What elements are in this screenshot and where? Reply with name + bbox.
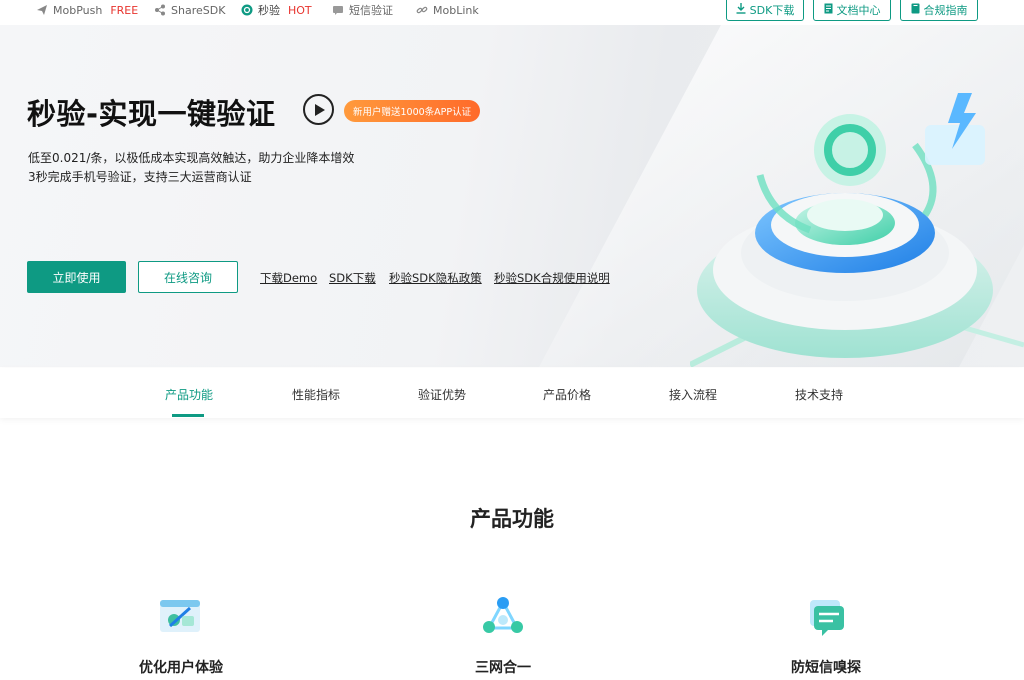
sdk-download-link[interactable]: SDK下载	[329, 270, 376, 286]
product-label: 短信验证	[349, 4, 393, 17]
tab-integration[interactable]: 接入流程	[669, 386, 717, 403]
download-demo-link[interactable]: 下载Demo	[260, 270, 317, 286]
product-label: 秒验	[258, 4, 280, 17]
paper-plane-icon	[36, 4, 48, 16]
page-title: 秒验-实现一键验证	[27, 97, 276, 131]
verify-check-icon	[241, 4, 253, 16]
product-topbar: MobPush FREE ShareSDK 秒验 HOT 短信验证 MobLin…	[0, 0, 1024, 24]
hero-description-line: 3秒完成手机号验证，支持三大运营商认证	[28, 170, 252, 184]
compliance-usage-link[interactable]: 秒验SDK合规使用说明	[494, 270, 610, 286]
link-icon	[416, 4, 428, 16]
hero-banner: 秒验-实现一键验证 新用户赠送1000条APP认证 低至0.021/条，以极低成…	[0, 25, 1024, 367]
hero-description-line: 低至0.021/条，以极低成本实现高效触达，助力企业降本增效	[28, 151, 355, 165]
tab-pricing[interactable]: 产品价格	[543, 386, 591, 403]
privacy-policy-link[interactable]: 秒验SDK隐私政策	[389, 270, 482, 286]
network-merge-icon	[483, 597, 523, 633]
share-icon	[154, 4, 166, 16]
message-icon	[332, 4, 344, 16]
hero-illustration	[690, 93, 1024, 367]
promo-badge: 新用户赠送1000条APP认证	[344, 100, 481, 122]
product-moblink[interactable]: MobLink	[416, 0, 479, 20]
product-sms[interactable]: 短信验证	[332, 0, 393, 20]
document-icon	[824, 3, 833, 17]
product-miaoyan[interactable]: 秒验 HOT	[241, 0, 312, 20]
play-video-icon[interactable]	[303, 94, 334, 125]
tab-performance[interactable]: 性能指标	[292, 386, 340, 403]
button-label: 文档中心	[836, 4, 881, 17]
section-title: 产品功能	[470, 507, 554, 531]
free-tag: FREE	[110, 3, 139, 17]
download-icon	[736, 3, 746, 17]
user-experience-icon	[160, 600, 200, 632]
product-mobpush[interactable]: MobPush FREE	[36, 0, 138, 20]
sms-shield-icon	[810, 600, 844, 636]
feature-label: 优化用户体验	[139, 660, 223, 676]
tab-advantages[interactable]: 验证优势	[418, 386, 466, 403]
button-label: 合规指南	[923, 4, 968, 17]
active-tab-indicator	[172, 414, 204, 417]
product-label: MobLink	[433, 3, 479, 17]
section-tabs: 产品功能 性能指标 验证优势 产品价格 接入流程 技术支持	[0, 368, 1024, 418]
online-consult-button[interactable]: 在线咨询	[138, 261, 238, 293]
product-label: ShareSDK	[171, 3, 226, 17]
tab-product-features[interactable]: 产品功能	[165, 386, 213, 403]
hot-tag: HOT	[288, 3, 312, 17]
button-label: SDK下载	[749, 4, 795, 17]
product-sharesdk[interactable]: ShareSDK	[154, 0, 225, 20]
feature-label: 三网合一	[475, 660, 531, 676]
feature-label: 防短信嗅探	[791, 660, 861, 676]
compliance-guide-button[interactable]: 合规指南	[900, 0, 978, 21]
tab-support[interactable]: 技术支持	[795, 386, 843, 403]
book-icon	[911, 3, 920, 17]
product-label: MobPush	[53, 3, 103, 17]
doc-center-button[interactable]: 文档中心	[813, 0, 891, 21]
use-now-button[interactable]: 立即使用	[27, 261, 126, 293]
sdk-download-button[interactable]: SDK下载	[726, 0, 804, 21]
